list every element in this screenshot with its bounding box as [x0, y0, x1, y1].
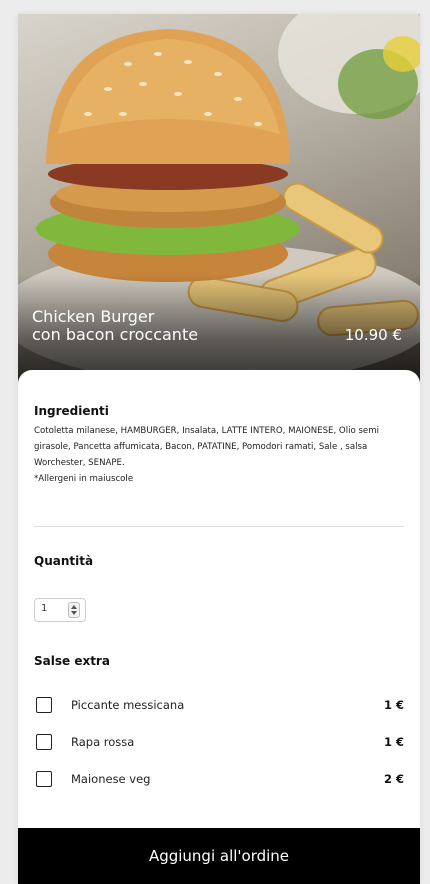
product-title: Chicken Burger con bacon croccante: [32, 308, 198, 344]
product-price: 10.90 €: [344, 326, 402, 344]
ingredients-list: Cotoletta milanese, HAMBURGER, Insalata,…: [34, 426, 379, 468]
allergens-note: *Allergeni in maiuscole: [34, 474, 134, 484]
checkbox[interactable]: [36, 697, 52, 713]
quantity-stepper[interactable]: 1: [34, 598, 86, 622]
divider: [34, 526, 404, 527]
extra-option-rapa[interactable]: Rapa rossa 1 €: [34, 734, 404, 756]
extra-option-maionese[interactable]: Maionese veg 2 €: [34, 771, 404, 793]
add-to-order-button[interactable]: Aggiungi all'ordine: [18, 828, 420, 884]
product-card: Chicken Burger con bacon croccante 10.90…: [18, 14, 420, 884]
extra-price: 1 €: [383, 698, 404, 712]
quantity-value: 1: [41, 603, 48, 614]
product-name-line2: con bacon croccante: [32, 325, 199, 344]
details-sheet: Ingredienti Cotoletta milanese, HAMBURGE…: [18, 370, 420, 840]
checkbox[interactable]: [36, 734, 52, 750]
checkbox[interactable]: [36, 771, 52, 787]
extras-title: Salse extra: [34, 654, 110, 668]
quantity-title: Quantità: [34, 554, 94, 568]
extra-label: Piccante messicana: [71, 698, 185, 712]
extra-price: 1 €: [383, 735, 404, 749]
ingredients-title: Ingredienti: [34, 404, 109, 418]
extra-label: Maionese veg: [71, 772, 151, 786]
product-name-line1: Chicken Burger: [32, 307, 155, 326]
spinner-arrows-icon[interactable]: [68, 602, 80, 618]
product-image: Chicken Burger con bacon croccante 10.90…: [18, 14, 420, 384]
extra-price: 2 €: [383, 772, 404, 786]
ingredients-text: Cotoletta milanese, HAMBURGER, Insalata,…: [34, 423, 406, 487]
extra-label: Rapa rossa: [71, 735, 135, 749]
extra-option-piccante[interactable]: Piccante messicana 1 €: [34, 697, 404, 719]
